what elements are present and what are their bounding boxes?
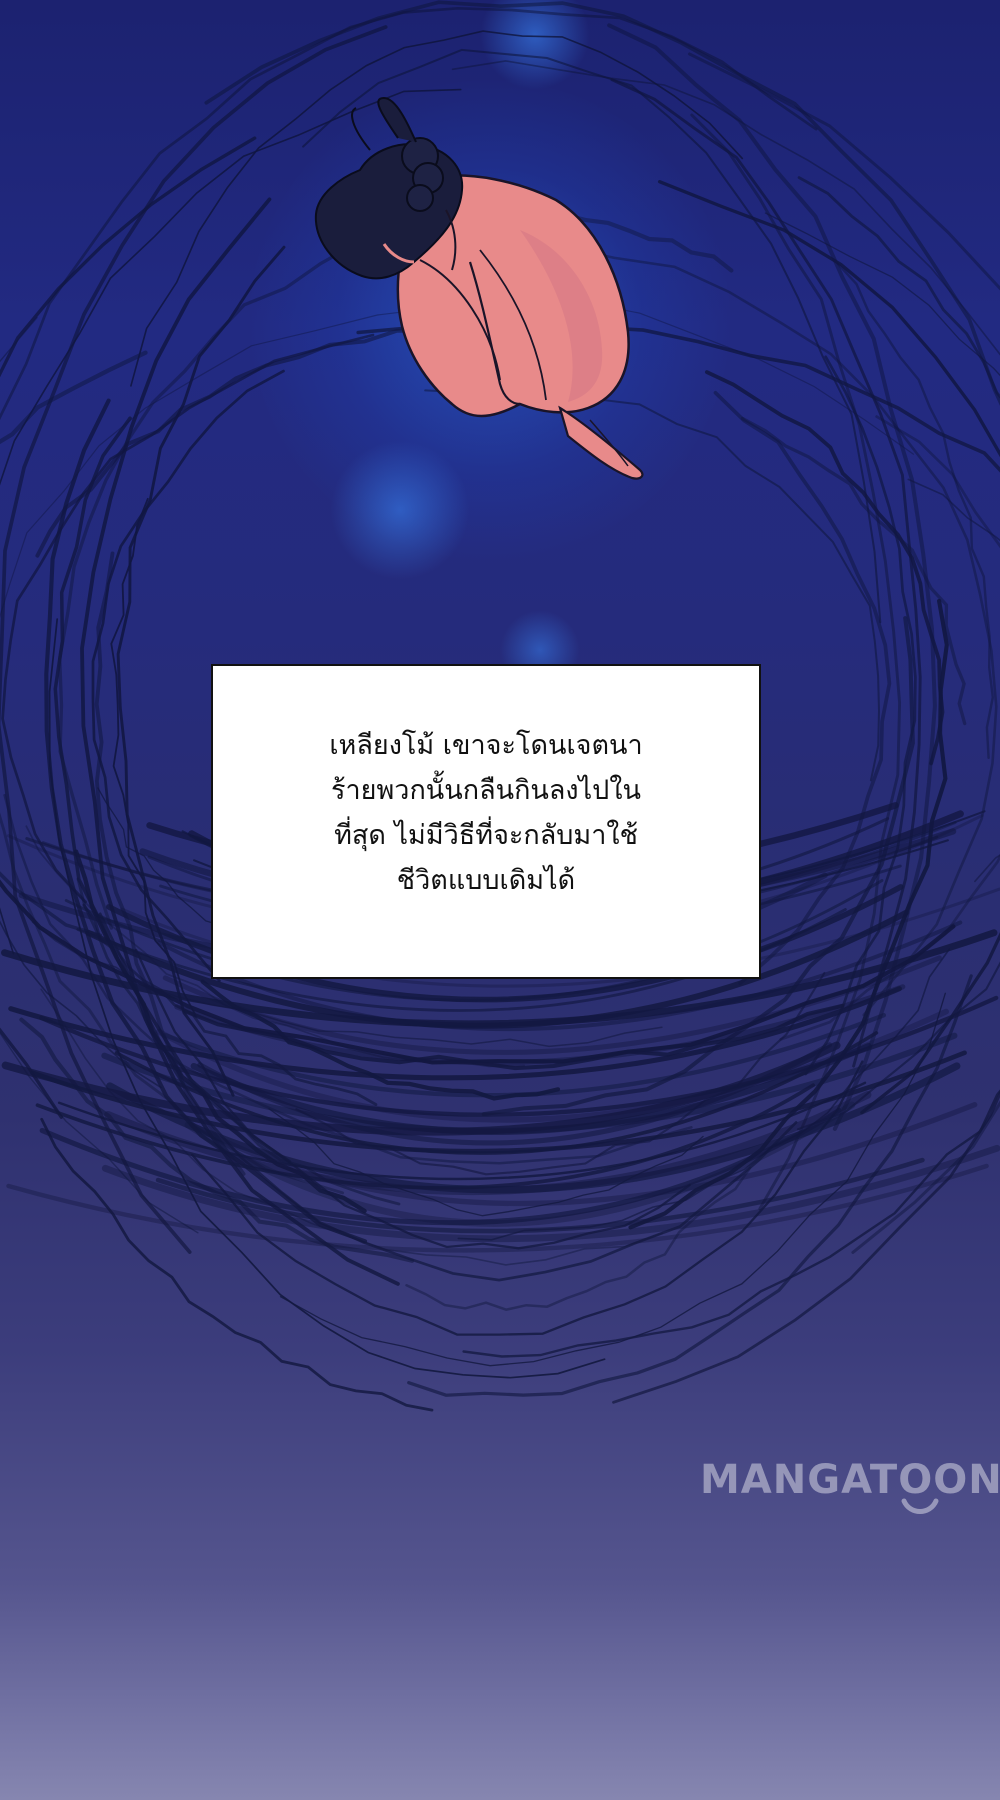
caption-text: เหลียงโม้ เขาจะโดนเจตนา ร้ายพวกนั้นกลืนก…	[329, 723, 642, 903]
caption-line: ร้ายพวกนั้นกลืนกินลงไปใน	[331, 774, 641, 806]
watermark-text: MANGATOON	[700, 1457, 1000, 1503]
caption-line: ที่สุด ไม่มีวิธีที่จะกลับมาใช้	[334, 819, 638, 851]
strand	[740, 416, 967, 726]
watermark: MANGATOON	[700, 1455, 1000, 1545]
smile-icon	[901, 1498, 939, 1514]
caption-line: ชีวิตแบบเดิมได้	[396, 864, 576, 896]
caption-box: เหลียงโม้ เขาจะโดนเจตนา ร้ายพวกนั้นกลืนก…	[211, 664, 761, 979]
caption-line: เหลียงโม้ เขาจะโดนเจตนา	[329, 729, 643, 761]
figure-curled-floating-icon	[314, 96, 644, 480]
strand	[797, 176, 1000, 399]
comic-panel: เหลียงโม้ เขาจะโดนเจตนา ร้ายพวกนั้นกลืนก…	[0, 0, 1000, 1800]
